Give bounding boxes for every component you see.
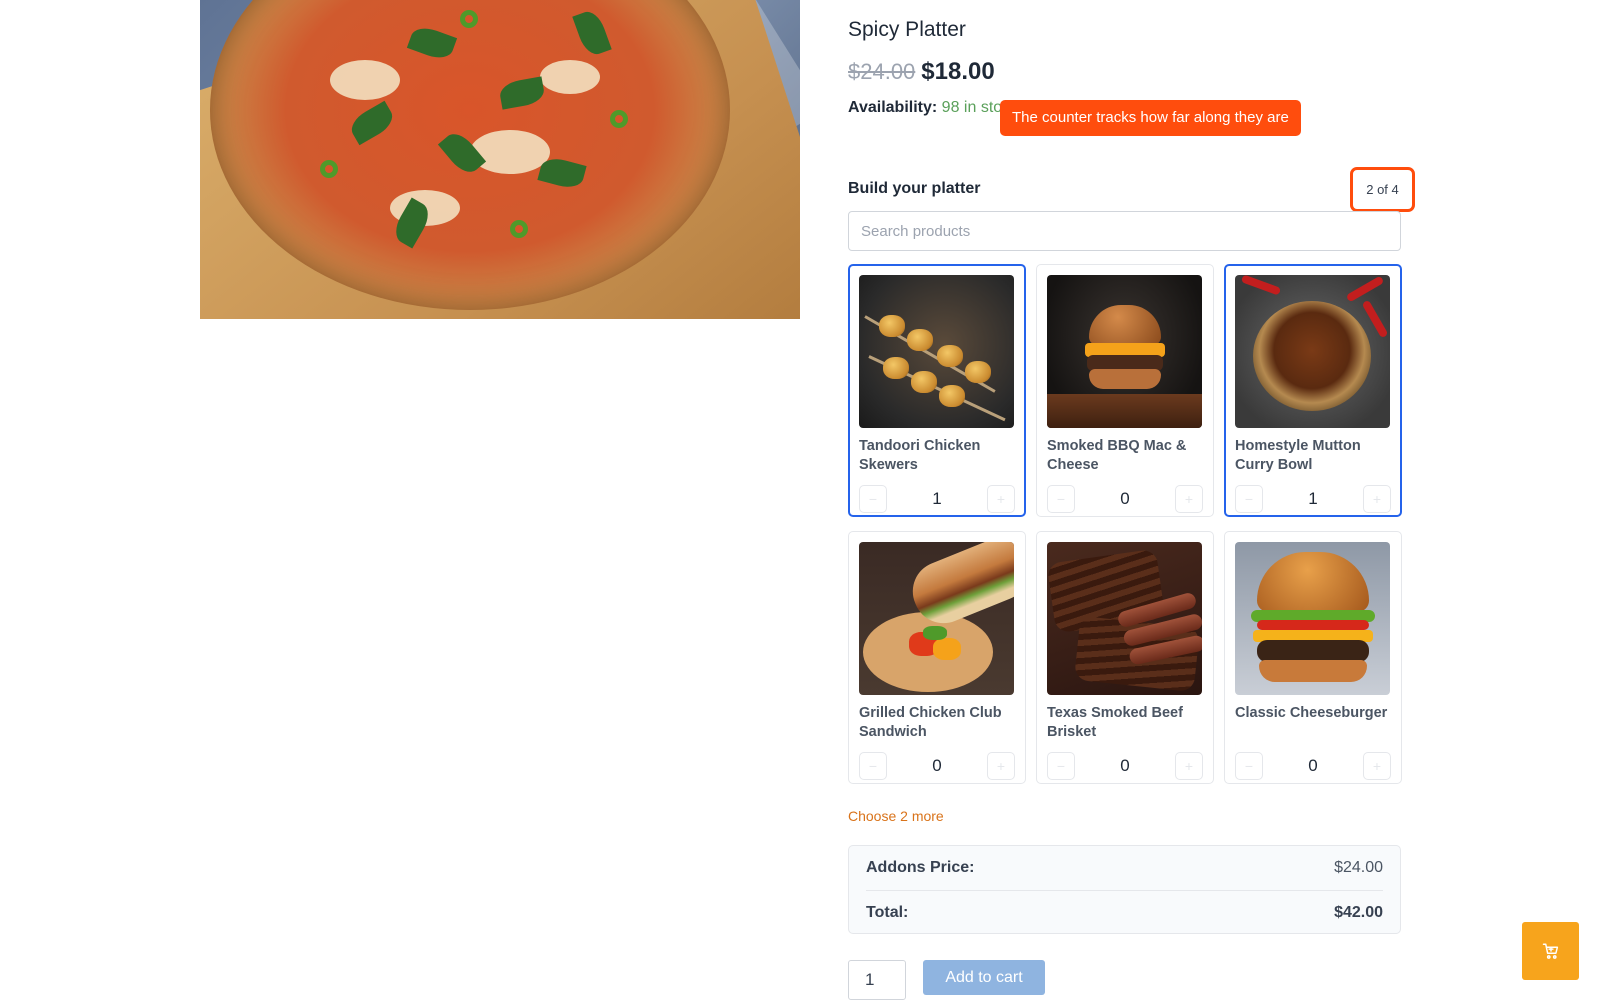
increment-button[interactable]: + — [1363, 485, 1391, 513]
plus-icon: + — [1372, 491, 1382, 507]
product-card[interactable]: Smoked BBQ Mac & Cheese − 0 + — [1036, 264, 1214, 517]
counter-tooltip: The counter tracks how far along they ar… — [1000, 100, 1301, 136]
product-thumbnail — [1047, 542, 1202, 695]
product-card[interactable]: Homestyle Mutton Curry Bowl − 1 + — [1224, 264, 1402, 517]
cart-icon — [1542, 943, 1558, 959]
total-label: Total: — [866, 903, 909, 921]
decrement-button[interactable]: − — [1047, 752, 1075, 780]
decrement-button[interactable]: − — [1235, 752, 1263, 780]
product-card[interactable]: Tandoori Chicken Skewers − 1 + — [848, 264, 1026, 517]
increment-button[interactable]: + — [987, 485, 1015, 513]
quantity-value: 1 — [1308, 489, 1318, 508]
product-image — [200, 0, 800, 319]
product-title: Spicy Platter — [848, 18, 966, 41]
increment-button[interactable]: + — [987, 752, 1015, 780]
quantity-value: 1 — [932, 489, 942, 508]
addons-price-label: Addons Price: — [866, 859, 975, 876]
availability: Availability: 98 in stock — [848, 99, 1018, 117]
plus-icon: + — [1184, 758, 1194, 774]
decrement-button[interactable]: − — [1235, 485, 1263, 513]
product-card[interactable]: Grilled Chicken Club Sandwich − 0 + — [848, 531, 1026, 784]
plus-icon: + — [1372, 758, 1382, 774]
floating-cart-button[interactable] — [1522, 922, 1579, 980]
product-thumbnail — [1235, 275, 1390, 428]
total-value: $42.00 — [1334, 903, 1383, 921]
product-thumbnail — [1235, 542, 1390, 695]
product-page: Spicy Platter $24.00 $18.00 Availability… — [0, 0, 1600, 1000]
product-name: Smoked BBQ Mac & Cheese — [1047, 438, 1187, 473]
decrement-button[interactable]: − — [859, 752, 887, 780]
total-row: Total: $42.00 — [866, 890, 1383, 934]
minus-icon: − — [1056, 491, 1066, 507]
availability-label: Availability: — [848, 99, 938, 116]
plus-icon: + — [996, 758, 1006, 774]
progress-counter: 2 of 4 — [1350, 167, 1415, 212]
product-grid: Tandoori Chicken Skewers − 1 + Smoked BB… — [848, 264, 1403, 784]
sale-price: $18.00 — [921, 58, 995, 85]
product-thumbnail — [859, 275, 1014, 428]
product-thumbnail — [1047, 275, 1202, 428]
plus-icon: + — [1184, 491, 1194, 507]
increment-button[interactable]: + — [1363, 752, 1391, 780]
decrement-button[interactable]: − — [1047, 485, 1075, 513]
price-row: $24.00 $18.00 — [848, 58, 995, 86]
decrement-button[interactable]: − — [859, 485, 887, 513]
increment-button[interactable]: + — [1175, 752, 1203, 780]
quantity-stepper: − 1 + — [859, 485, 1015, 513]
quantity-value: 0 — [932, 756, 942, 775]
plus-icon: + — [996, 491, 1006, 507]
quantity-value: 0 — [1120, 489, 1130, 508]
builder-title: Build your platter — [848, 180, 981, 197]
search-input[interactable] — [848, 211, 1401, 251]
quantity-stepper: − 0 + — [1047, 752, 1203, 780]
quantity-stepper: − 0 + — [1047, 485, 1203, 513]
minus-icon: − — [1056, 758, 1066, 774]
quantity-stepper: − 0 + — [859, 752, 1015, 780]
quantity-value: 0 — [1120, 756, 1130, 775]
old-price: $24.00 — [848, 59, 916, 84]
add-to-cart-button[interactable]: Add to cart — [923, 960, 1045, 995]
product-card[interactable]: Texas Smoked Beef Brisket − 0 + — [1036, 531, 1214, 784]
product-name: Grilled Chicken Club Sandwich — [859, 705, 1002, 740]
minus-icon: − — [1244, 491, 1254, 507]
minus-icon: − — [868, 491, 878, 507]
product-name: Homestyle Mutton Curry Bowl — [1235, 438, 1361, 473]
product-thumbnail — [859, 542, 1014, 695]
addons-price-value: $24.00 — [1334, 859, 1383, 876]
price-summary: Addons Price: $24.00 Total: $42.00 — [848, 845, 1401, 934]
product-name: Tandoori Chicken Skewers — [859, 438, 981, 473]
product-name: Texas Smoked Beef Brisket — [1047, 705, 1183, 740]
addons-price-row: Addons Price: $24.00 — [866, 846, 1383, 890]
quantity-value: 0 — [1308, 756, 1318, 775]
product-name: Classic Cheeseburger — [1235, 705, 1388, 721]
quantity-stepper: − 0 + — [1235, 752, 1391, 780]
minus-icon: − — [868, 758, 878, 774]
increment-button[interactable]: + — [1175, 485, 1203, 513]
cart-quantity-input[interactable] — [848, 960, 906, 1000]
choose-more-hint: Choose 2 more — [848, 808, 944, 824]
minus-icon: − — [1244, 758, 1254, 774]
quantity-stepper: − 1 + — [1235, 485, 1391, 513]
product-card[interactable]: Classic Cheeseburger − 0 + — [1224, 531, 1402, 784]
